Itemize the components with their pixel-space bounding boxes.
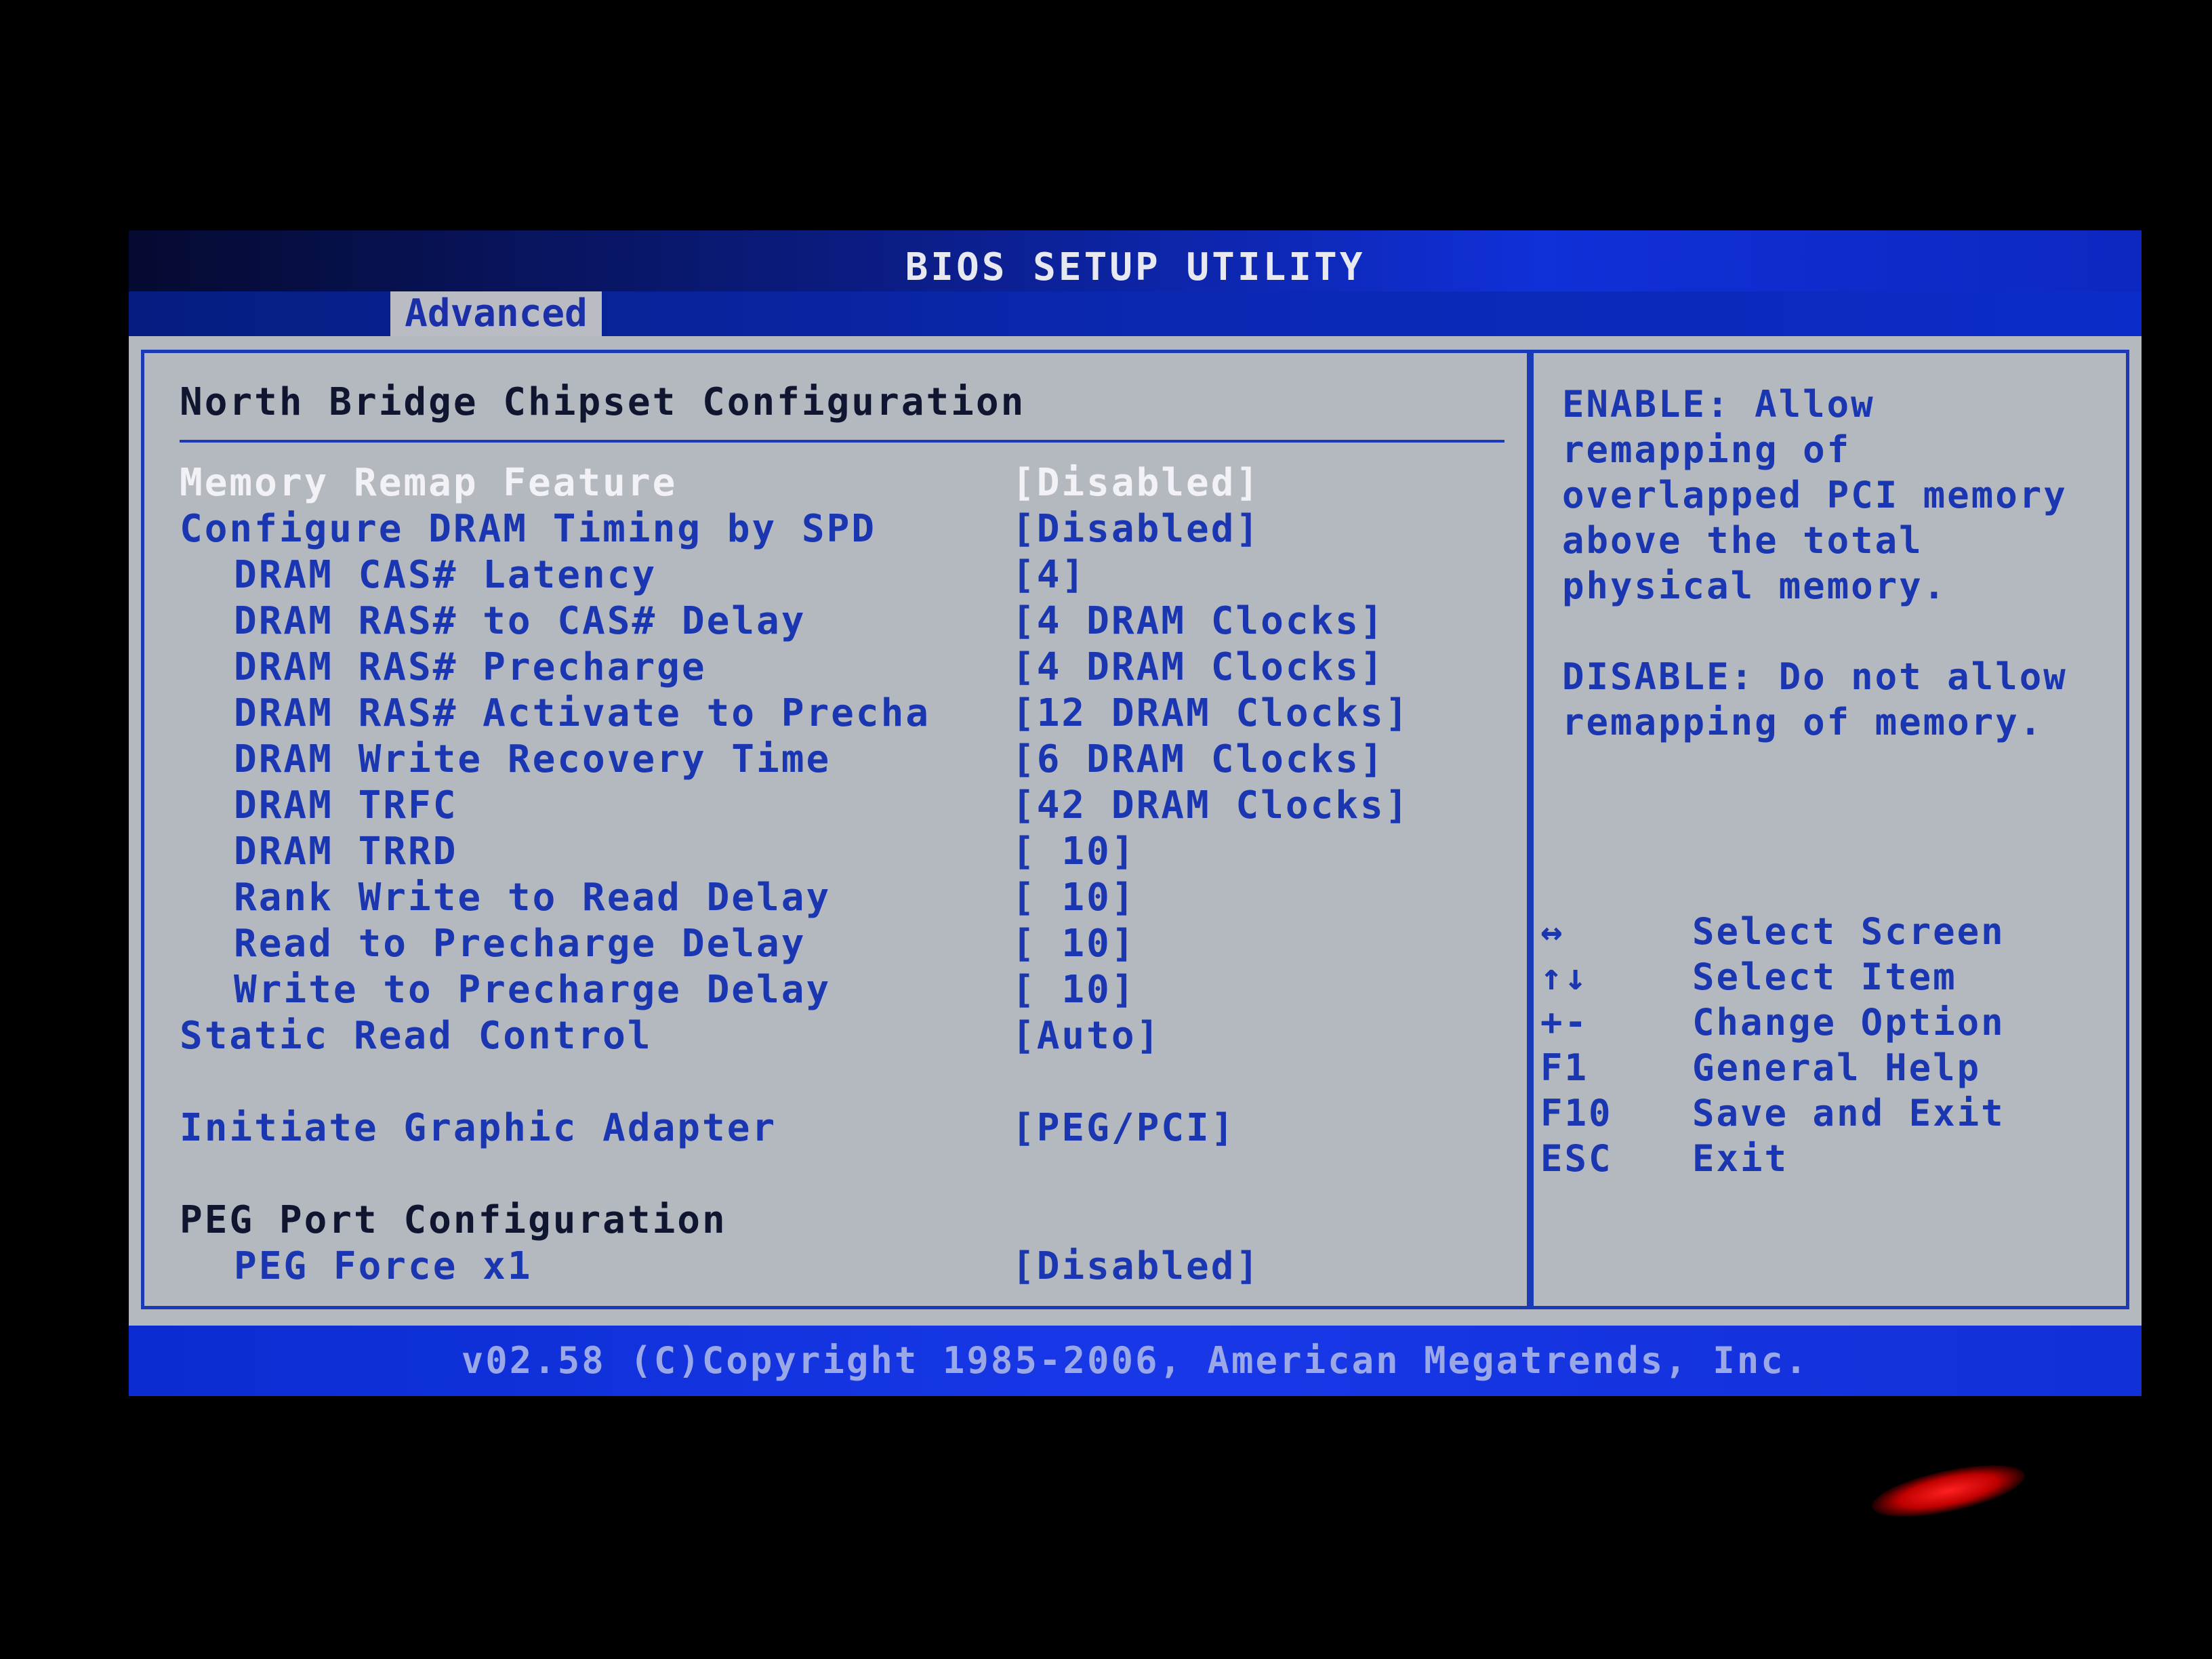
setting-label: Configure DRAM Timing by SPD [180,507,877,551]
help-line: ENABLE: Allow [1562,383,1875,426]
setting-label: DRAM RAS# Activate to Precha [234,691,931,735]
setting-label: Read to Precharge Delay [234,922,806,966]
key-select-screen: ↔ Select Screen [1540,909,2123,954]
key-description: Save and Exit [1692,1092,2005,1134]
key-description: Exit [1692,1137,1789,1180]
help-line: overlapped PCI memory [1562,474,2068,516]
key-change-option: +- Change Option [1540,1000,2123,1045]
title-bar: BIOS SETUP UTILITY [129,230,2142,291]
plus-minus-icon: +- [1540,1001,1589,1044]
section-divider [180,440,1504,443]
tab-bar: Advanced [129,291,2142,336]
setting-value[interactable]: [4 DRAM Clocks] [1012,644,1385,691]
setting-value[interactable]: [ 10] [1012,921,1136,967]
help-line: remapping of [1562,428,1851,471]
setting-value[interactable]: [4] [1012,552,1086,598]
key-name: ESC [1540,1137,1613,1180]
window-title: BIOS SETUP UTILITY [905,245,1366,289]
body-area: North Bridge Chipset Configuration Memor… [129,336,2142,1326]
key-description: Select Screen [1692,910,2005,953]
setting-value[interactable]: [ 10] [1012,875,1136,921]
help-line: remapping of memory. [1562,701,2044,743]
copyright-text: v02.58 (C)Copyright 1985-2006, American … [461,1339,1809,1382]
help-line: DISABLE: Do not allow [1562,655,2068,698]
subsection-heading-peg-port: PEG Port Configuration [144,1197,1527,1244]
section-title: North Bridge Chipset Configuration [180,380,1026,424]
setting-row-peg-force[interactable]: PEG Force x1 [Disabled] [144,1244,1527,1290]
monitor-power-led [1868,1454,2029,1528]
setting-row-memory-remap[interactable]: Memory Remap Feature [Disabled] [144,460,1527,506]
setting-row-write-precharge[interactable]: Write to Precharge Delay [ 10] [144,967,1527,1013]
setting-value[interactable]: [ 10] [1012,967,1136,1013]
setting-value[interactable]: [Disabled] [1012,1244,1261,1290]
help-line: above the total [1562,519,1923,562]
setting-row-trrd[interactable]: DRAM TRRD [ 10] [144,829,1527,875]
setting-value[interactable]: [Auto] [1012,1013,1161,1059]
footer-bar: v02.58 (C)Copyright 1985-2006, American … [129,1326,2142,1396]
setting-label: Memory Remap Feature [180,461,678,505]
setting-label: Initiate Graphic Adapter [180,1106,777,1150]
setting-label: Static Read Control [180,1014,653,1058]
up-down-arrows-icon: ↑↓ [1540,956,1589,998]
setting-row-graphic-adapter[interactable]: Initiate Graphic Adapter [PEG/PCI] [144,1105,1527,1151]
setting-value[interactable]: [ 10] [1012,829,1136,875]
setting-value[interactable]: [Disabled] [1012,460,1261,506]
setting-label: DRAM RAS# to CAS# Delay [234,599,806,643]
setting-row-cas-latency[interactable]: DRAM CAS# Latency [4] [144,552,1527,598]
setting-label: DRAM Write Recovery Time [234,737,832,781]
setting-row-ras-activate[interactable]: DRAM RAS# Activate to Precha [12 DRAM Cl… [144,691,1527,737]
setting-label: Write to Precharge Delay [234,968,832,1012]
setting-label: DRAM RAS# Precharge [234,645,707,689]
setting-label: PEG Force x1 [234,1244,533,1288]
key-description: General Help [1692,1046,1982,1089]
subsection-title: PEG Port Configuration [180,1198,727,1242]
setting-row-ras-to-cas[interactable]: DRAM RAS# to CAS# Delay [4 DRAM Clocks] [144,598,1527,644]
setting-label: DRAM TRFC [234,783,458,827]
setting-row-read-precharge[interactable]: Read to Precharge Delay [ 10] [144,921,1527,967]
setting-row-dram-timing-spd[interactable]: Configure DRAM Timing by SPD [Disabled] [144,506,1527,552]
setting-value[interactable]: [4 DRAM Clocks] [1012,598,1385,644]
key-name: F1 [1540,1046,1589,1089]
setting-row-static-read[interactable]: Static Read Control [Auto] [144,1013,1527,1059]
bios-screen: BIOS SETUP UTILITY Advanced North Bridge… [129,230,2142,1396]
key-description: Change Option [1692,1001,2005,1044]
setting-label: Rank Write to Read Delay [234,876,832,920]
setting-row-write-recovery[interactable]: DRAM Write Recovery Time [6 DRAM Clocks] [144,737,1527,783]
key-save-exit: F10 Save and Exit [1540,1090,2123,1136]
key-general-help: F1 General Help [1540,1045,2123,1090]
setting-value[interactable]: [Disabled] [1012,506,1261,552]
setting-row-rank-write-read[interactable]: Rank Write to Read Delay [ 10] [144,875,1527,921]
key-description: Select Item [1692,956,1957,998]
key-legend: ↔ Select Screen ↑↓ Select Item +- Change… [1540,909,2123,1181]
setting-label: DRAM TRRD [234,830,458,874]
setting-row-ras-precharge[interactable]: DRAM RAS# Precharge [4 DRAM Clocks] [144,644,1527,691]
help-line: physical memory. [1562,565,1948,607]
help-panel: ENABLE: Allow remapping of overlapped PC… [1530,350,2129,1309]
setting-value[interactable]: [PEG/PCI] [1012,1105,1235,1151]
key-exit: ESC Exit [1540,1136,2123,1181]
setting-value[interactable]: [42 DRAM Clocks] [1012,783,1410,829]
key-name: F10 [1540,1092,1613,1134]
setting-label: DRAM CAS# Latency [234,553,657,597]
setting-value[interactable]: [6 DRAM Clocks] [1012,737,1385,783]
settings-panel: North Bridge Chipset Configuration Memor… [141,350,1530,1309]
setting-value[interactable]: [12 DRAM Clocks] [1012,691,1410,737]
key-select-item: ↑↓ Select Item [1540,954,2123,1000]
tab-advanced[interactable]: Advanced [390,291,602,336]
left-right-arrows-icon: ↔ [1540,910,1565,953]
setting-row-trfc[interactable]: DRAM TRFC [42 DRAM Clocks] [144,783,1527,829]
